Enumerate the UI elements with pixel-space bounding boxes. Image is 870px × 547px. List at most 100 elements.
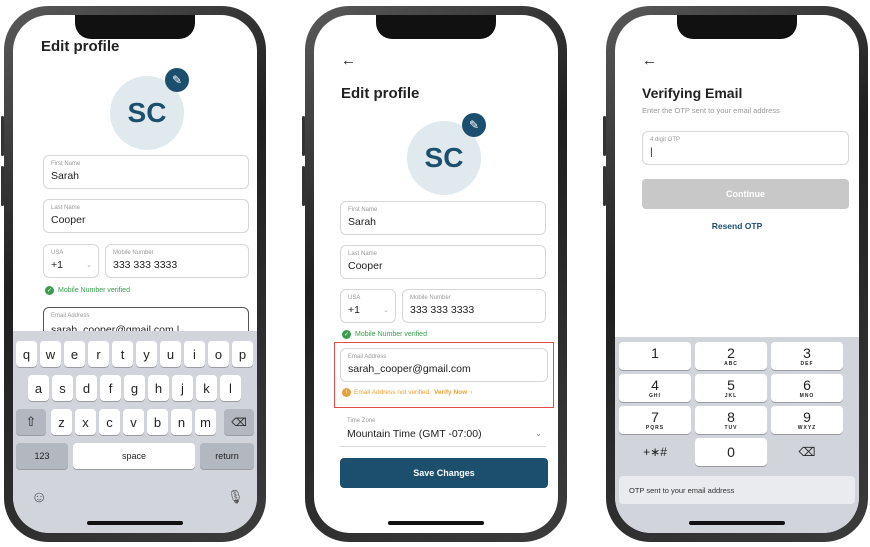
pencil-icon: ✎: [171, 73, 183, 87]
key-c[interactable]: c: [99, 409, 120, 435]
save-changes-button[interactable]: Save Changes: [340, 458, 548, 488]
digit-key-1[interactable]: 1: [619, 342, 691, 370]
back-arrow-icon[interactable]: ←: [642, 52, 657, 69]
key-j[interactable]: j: [172, 375, 193, 401]
email-value: sarah_cooper@gmail.com: [348, 363, 471, 375]
key-b[interactable]: b: [147, 409, 168, 435]
key-e[interactable]: e: [64, 341, 85, 367]
first-name-value: Sarah: [51, 170, 80, 182]
key-v[interactable]: v: [123, 409, 144, 435]
digit-label: 1: [651, 345, 659, 361]
mobile-value: 333 333 3333: [113, 259, 178, 271]
verify-now-link[interactable]: Verify Now: [434, 389, 467, 396]
country-code-select[interactable]: USA +1 ⌄: [43, 244, 99, 278]
key-w[interactable]: w: [40, 341, 61, 367]
key-a[interactable]: a: [28, 375, 49, 401]
email-field[interactable]: Email Address sarah_cooper@gmail.com: [340, 348, 548, 382]
key-n[interactable]: n: [171, 409, 192, 435]
key-k[interactable]: k: [196, 375, 217, 401]
mobile-number-field[interactable]: Mobile Number 333 333 3333: [402, 289, 546, 323]
country-label: USA: [51, 250, 64, 256]
key-g[interactable]: g: [124, 375, 145, 401]
symbols-key-label: +∗#: [643, 445, 667, 459]
home-indicator: [87, 521, 183, 525]
warning-icon: !: [342, 388, 351, 397]
digit-key-8[interactable]: 8 TUV: [695, 406, 767, 434]
digit-label: 6: [803, 377, 811, 393]
space-key-label: space: [121, 451, 147, 461]
return-key[interactable]: return: [200, 443, 254, 469]
edit-profile-keyboard-screen: Edit profile SC ✎ First Name Sarah Last N…: [13, 15, 257, 533]
edit-avatar-button[interactable]: ✎: [165, 68, 189, 92]
keyboard: qwertyuiop asdfghjkl zxcvbnm ⇧ ⌫ 123 spa…: [13, 331, 257, 533]
last-name-field[interactable]: Last Name Cooper: [340, 245, 546, 279]
letters-label: DEF: [800, 361, 814, 367]
microphone-icon[interactable]: 🎙: [227, 489, 244, 505]
shift-key[interactable]: ⇧: [16, 409, 46, 435]
digit-key-7[interactable]: 7 PQRS: [619, 406, 691, 434]
backspace-icon: ⌫: [798, 445, 816, 459]
digit-key-3[interactable]: 3 DEF: [771, 342, 843, 370]
page-title: Edit profile: [341, 85, 420, 102]
digit-key-6[interactable]: 6 MNO: [771, 374, 843, 402]
key-z[interactable]: z: [51, 409, 72, 435]
first-name-label: First Name: [51, 161, 81, 167]
key-m[interactable]: m: [195, 409, 216, 435]
key-l[interactable]: l: [220, 375, 241, 401]
otp-field[interactable]: 4 digit OTP |: [642, 131, 849, 165]
key-h[interactable]: h: [148, 375, 169, 401]
key-y[interactable]: y: [136, 341, 157, 367]
digit-key-2[interactable]: 2 ABC: [695, 342, 767, 370]
last-name-field[interactable]: Last Name Cooper: [43, 199, 249, 233]
key-r[interactable]: r: [88, 341, 109, 367]
numbers-key-label: 123: [34, 451, 50, 461]
chevron-right-icon: ›: [470, 389, 473, 396]
key-t[interactable]: t: [112, 341, 133, 367]
digit-label: 7: [651, 409, 659, 425]
digit-key-9[interactable]: 9 WXYZ: [771, 406, 843, 434]
mobile-label: Mobile Number: [410, 295, 451, 301]
numbers-key[interactable]: 123: [16, 443, 68, 469]
key-i[interactable]: i: [184, 341, 205, 367]
continue-button[interactable]: Continue: [642, 179, 849, 209]
zero-key-digit: 0: [727, 444, 735, 460]
key-f[interactable]: f: [100, 375, 121, 401]
emoji-icon[interactable]: ☺: [31, 489, 47, 507]
chevron-down-icon: ⌄: [86, 262, 92, 269]
digit-key-4[interactable]: 4 GHI: [619, 374, 691, 402]
save-changes-label: Save Changes: [413, 468, 475, 478]
key-u[interactable]: u: [160, 341, 181, 367]
resend-otp-link[interactable]: Resend OTP: [615, 221, 859, 231]
avatar-initials: SC: [127, 97, 167, 128]
last-name-label: Last Name: [51, 205, 81, 211]
chevron-down-icon: ⌄: [535, 429, 542, 438]
otp-value: |: [650, 146, 653, 158]
avatar-initials: SC: [424, 142, 464, 173]
key-x[interactable]: x: [75, 409, 96, 435]
back-arrow-icon[interactable]: ←: [341, 52, 356, 69]
backspace-key[interactable]: ⌫: [224, 409, 254, 435]
mobile-verified-text: Mobile Number verified: [355, 331, 427, 338]
digit-label: 8: [727, 409, 735, 425]
space-key[interactable]: space: [73, 443, 195, 469]
key-d[interactable]: d: [76, 375, 97, 401]
zero-key[interactable]: 0: [695, 438, 767, 466]
key-q[interactable]: q: [16, 341, 37, 367]
pencil-icon: ✎: [468, 118, 480, 132]
digit-key-5[interactable]: 5 JKL: [695, 374, 767, 402]
key-o[interactable]: o: [208, 341, 229, 367]
first-name-field[interactable]: First Name Sarah: [340, 201, 546, 235]
page-title: Edit profile: [41, 38, 120, 55]
key-p[interactable]: p: [232, 341, 253, 367]
mobile-number-field[interactable]: Mobile Number 333 333 3333: [105, 244, 249, 278]
timezone-select[interactable]: Time Zone Mountain Time (GMT -07:00) ⌄: [340, 413, 546, 447]
edit-profile-screen: ← Edit profile SC ✎ First Name Sarah Last…: [314, 15, 558, 533]
backspace-key[interactable]: ⌫: [771, 438, 843, 466]
notch: [376, 15, 496, 39]
key-s[interactable]: s: [52, 375, 73, 401]
letters-label: PQRS: [645, 425, 665, 431]
edit-avatar-button[interactable]: ✎: [462, 113, 486, 137]
symbols-key[interactable]: +∗#: [619, 438, 691, 466]
first-name-field[interactable]: First Name Sarah: [43, 155, 249, 189]
country-code-select[interactable]: USA +1 ⌄: [340, 289, 396, 323]
